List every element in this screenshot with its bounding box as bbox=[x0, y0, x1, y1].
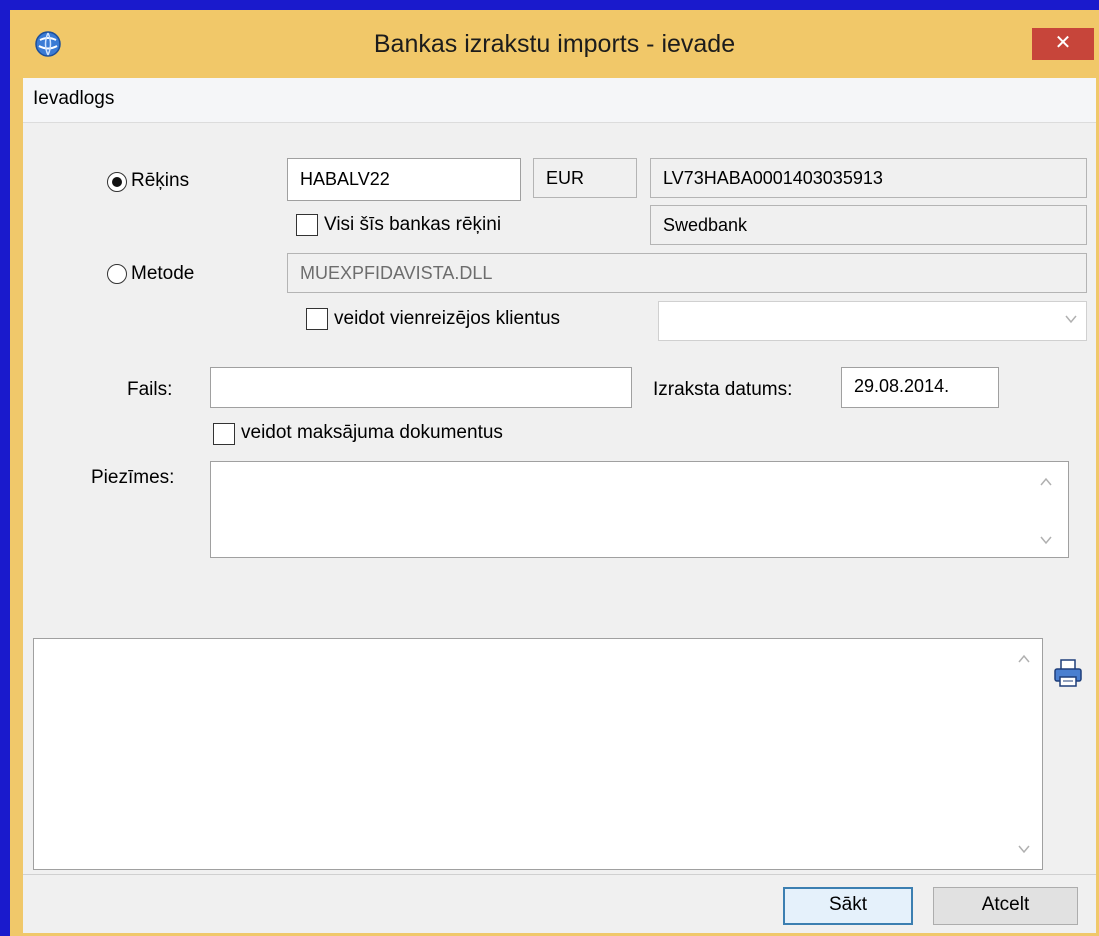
chevron-down-icon[interactable] bbox=[1016, 843, 1032, 855]
close-icon: ✕ bbox=[1054, 32, 1072, 54]
menu-bar: Ievadlogs bbox=[23, 78, 1096, 123]
button-bar: Sākt Atcelt bbox=[23, 874, 1096, 933]
title-bar[interactable]: Bankas izrakstu imports - ievade ✕ bbox=[10, 10, 1099, 78]
one-time-clients-checkbox[interactable] bbox=[306, 308, 328, 330]
account-radio[interactable] bbox=[107, 172, 127, 192]
printer-icon[interactable] bbox=[1053, 658, 1083, 688]
iban-field: LV73HABA0001403035913 bbox=[650, 158, 1087, 198]
notes-label: Piezīmes: bbox=[91, 467, 175, 488]
client-area: Ievadlogs Rēķins HABALV22 EUR LV73HABA00… bbox=[23, 78, 1096, 933]
notes-textarea[interactable] bbox=[210, 461, 1069, 558]
cancel-button[interactable]: Atcelt bbox=[933, 887, 1078, 925]
file-label: Fails: bbox=[127, 379, 173, 400]
chevron-down-icon[interactable] bbox=[1038, 534, 1054, 546]
method-radio-label[interactable]: Metode bbox=[131, 263, 194, 285]
output-log[interactable] bbox=[33, 638, 1043, 870]
file-input[interactable] bbox=[210, 367, 632, 408]
window-title: Bankas izrakstu imports - ievade bbox=[373, 30, 736, 58]
dialog-window: Bankas izrakstu imports - ievade ✕ Ievad… bbox=[10, 10, 1099, 936]
close-button[interactable]: ✕ bbox=[1032, 28, 1094, 60]
method-radio[interactable] bbox=[107, 264, 127, 284]
start-button[interactable]: Sākt bbox=[783, 887, 913, 925]
one-time-clients-label[interactable]: veidot vienreizējos klientus bbox=[334, 308, 560, 330]
output-section bbox=[33, 638, 1083, 870]
all-accounts-checkbox[interactable] bbox=[296, 214, 318, 236]
method-field: MUEXPFIDAVISTA.DLL bbox=[287, 253, 1087, 293]
chevron-up-icon[interactable] bbox=[1016, 653, 1032, 665]
account-radio-label[interactable]: Rēķins bbox=[131, 170, 189, 192]
account-radio-dot bbox=[112, 177, 122, 187]
one-time-clients-select[interactable] bbox=[658, 301, 1087, 341]
statement-date-label: Izraksta datums: bbox=[653, 379, 793, 400]
currency-field: EUR bbox=[533, 158, 637, 198]
chevron-up-icon[interactable] bbox=[1038, 476, 1054, 488]
bank-code-input[interactable]: HABALV22 bbox=[287, 158, 521, 201]
menu-item-ievadlogs[interactable]: Ievadlogs bbox=[33, 88, 114, 110]
statement-date-input[interactable]: 29.08.2014. bbox=[841, 367, 999, 408]
import-form: Rēķins HABALV22 EUR LV73HABA000140303591… bbox=[23, 123, 1096, 634]
payment-docs-checkbox[interactable] bbox=[213, 423, 235, 445]
bank-name-field: Swedbank bbox=[650, 205, 1087, 245]
chevron-down-icon bbox=[1065, 315, 1077, 324]
payment-docs-label[interactable]: veidot maksājuma dokumentus bbox=[241, 422, 503, 444]
all-accounts-label[interactable]: Visi šīs bankas rēķini bbox=[324, 214, 501, 236]
